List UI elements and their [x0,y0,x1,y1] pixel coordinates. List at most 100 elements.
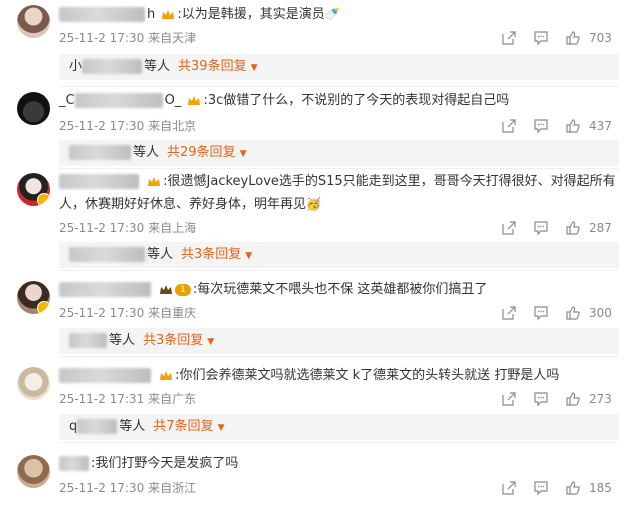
reply-people: 等人 [109,333,136,348]
reply-user-blurred[interactable] [69,247,145,262]
location: 来自北京 [148,119,197,133]
caret-down-icon[interactable]: ▼ [240,149,247,159]
like-icon[interactable] [565,220,581,236]
comment-text-line: 1:每次玩德莱文不喂头也不保 这英雄都被你们搞丑了 [59,279,619,301]
avatar[interactable] [17,367,50,400]
comment-actions: 437 [501,118,621,136]
username-suffix: O_ [164,93,182,108]
reply-count[interactable]: 共3条回复 [143,333,203,348]
timestamp: 25-11-2 17:30 [59,31,145,45]
reply-summary[interactable]: q 等人 共7条回复 ▼ [59,414,619,440]
avatar[interactable] [17,173,50,206]
reply-summary[interactable]: 等人 共3条回复 ▼ [59,242,619,268]
share-icon[interactable] [501,220,517,236]
reply-summary[interactable]: 小 等人 共39条回复 ▼ [59,54,619,80]
comment-meta: 25-11-2 17:30 来自浙江 [59,480,196,496]
share-icon[interactable] [501,30,517,46]
timestamp: 25-11-2 17:30 [59,119,145,133]
comment-meta: 25-11-2 17:30 来自重庆 [59,305,196,321]
reply-people: 等人 [119,419,146,434]
verified-badge-icon [37,301,50,314]
reply-count[interactable]: 共3条回复 [181,247,241,262]
location: 来自天津 [148,31,197,45]
avatar[interactable] [17,92,50,125]
location: 来自广东 [148,392,197,406]
like-icon[interactable] [565,118,581,134]
comment-actions: 703 [501,30,621,48]
comment-meta: 25-11-2 17:30 来自上海 [59,220,196,236]
comment-text: :我们打野今天是发疯了吗 [91,456,239,471]
comment-text-line: _C O_ :3c做错了什么，不说别的了今天的表现对得起自己吗 [59,90,619,112]
location: 来自上海 [148,221,197,235]
username-blurred[interactable] [59,456,89,471]
reply-count[interactable]: 共7条回复 [153,419,213,434]
emoji-icon: 🍼 [324,7,340,21]
reply-user-blurred[interactable] [69,145,131,160]
reply-summary[interactable]: 等人 共29条回复 ▼ [59,140,619,166]
avatar[interactable] [17,281,50,314]
location: 来自重庆 [148,306,197,320]
reply-people: 等人 [133,145,160,160]
username-blurred[interactable] [59,174,139,189]
comment-actions: 287 [501,220,621,238]
username-blurred[interactable] [59,7,145,22]
like-icon[interactable] [565,480,581,496]
timestamp: 25-11-2 17:30 [59,481,145,495]
like-icon[interactable] [565,305,581,321]
comment-text: :以为是韩援，其实是演员 [177,7,325,22]
vip-crown-icon [162,9,175,19]
vip-crown-icon [188,95,201,105]
timestamp: 25-11-2 17:30 [59,221,145,235]
comment-icon[interactable] [533,305,549,321]
comment-meta: 25-11-2 17:31 来自广东 [59,391,196,407]
comment-text: :3c做错了什么，不说别的了今天的表现对得起自己吗 [203,93,510,108]
reply-people: 等人 [144,59,171,74]
share-icon[interactable] [501,305,517,321]
vip-crown-icon [160,284,173,294]
comment-text-line: :我们打野今天是发疯了吗 [59,453,619,475]
comment-meta: 25-11-2 17:30 来自天津 [59,30,196,46]
like-icon[interactable] [565,30,581,46]
username-blurred[interactable] [59,368,151,383]
comment-actions: 300 [501,305,621,323]
share-icon[interactable] [501,391,517,407]
comment-text-line: :你们会养德莱文吗就选德莱文 k了德莱文的头转头就送 打野是人吗 [59,365,619,387]
reply-count[interactable]: 共39条回复 [178,59,247,74]
comment-meta: 25-11-2 17:30 来自北京 [59,118,196,134]
like-count: 287 [589,221,612,235]
comment-icon[interactable] [533,480,549,496]
timestamp: 25-11-2 17:30 [59,306,145,320]
reply-user-prefix: q [69,419,78,434]
divider [59,270,619,271]
username-blurred[interactable] [74,93,163,108]
reply-user-blurred[interactable] [69,333,107,348]
comment-icon[interactable] [533,391,549,407]
avatar[interactable] [17,455,50,488]
comment-icon[interactable] [533,30,549,46]
reply-user-prefix: 小 [69,59,83,74]
comment-icon[interactable] [533,220,549,236]
comment-text-line: :很遗憾JackeyLove选手的S15只能走到这里，哥哥今天打得很好、对得起所… [59,171,619,216]
share-icon[interactable] [501,118,517,134]
share-icon[interactable] [501,480,517,496]
vip-crown-icon [148,176,161,186]
reply-count[interactable]: 共29条回复 [167,145,236,160]
like-icon[interactable] [565,391,581,407]
caret-down-icon[interactable]: ▼ [245,251,252,261]
caret-down-icon[interactable]: ▼ [207,337,214,347]
like-count: 703 [589,31,612,45]
avatar[interactable] [17,5,50,38]
location: 来自浙江 [148,481,197,495]
comment-actions: 273 [501,391,621,409]
caret-down-icon[interactable]: ▼ [218,423,225,433]
reply-user-blurred[interactable] [82,59,143,74]
comment-icon[interactable] [533,118,549,134]
username-blurred[interactable] [59,282,151,297]
like-count: 300 [589,306,612,320]
comment-text: :每次玩德莱文不喂头也不保 这英雄都被你们搞丑了 [192,282,488,297]
caret-down-icon[interactable]: ▼ [251,63,258,73]
reply-summary[interactable]: 等人 共3条回复 ▼ [59,328,619,354]
reply-user-blurred[interactable] [77,419,118,434]
comment-actions: 185 [501,480,621,498]
comment-text-line: h :以为是韩援，其实是演员🍼 [59,3,619,26]
